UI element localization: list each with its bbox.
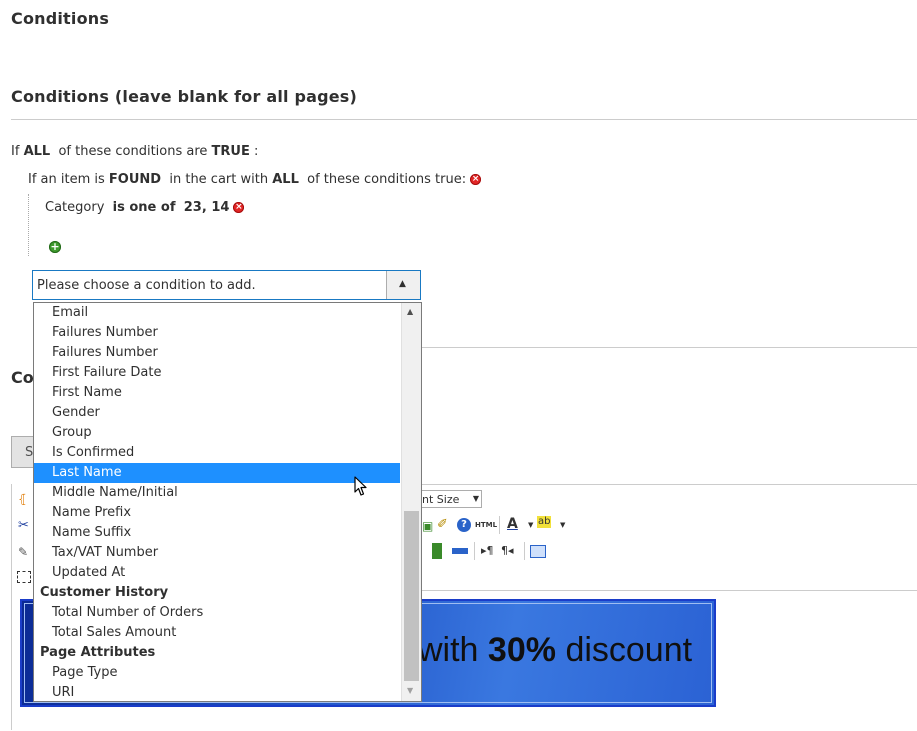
- product-rule-aggregator[interactable]: ALL: [272, 172, 299, 187]
- banner-text: with 30% discount: [418, 631, 692, 670]
- condition-option[interactable]: Name Prefix: [34, 503, 400, 523]
- condition-option[interactable]: Updated At: [34, 563, 400, 583]
- fullscreen-icon[interactable]: [530, 545, 546, 558]
- rule-middle: of these conditions are: [58, 144, 208, 159]
- condition-option[interactable]: Group: [34, 423, 400, 443]
- dropdown-scrollbar[interactable]: ▲ ▼: [401, 303, 421, 701]
- remove-icon[interactable]: ×: [470, 174, 482, 185]
- rule-aggregator[interactable]: ALL: [24, 144, 51, 159]
- condition-option[interactable]: First Name: [34, 383, 400, 403]
- condition-option[interactable]: Is Confirmed: [34, 443, 400, 463]
- condition-select-toggle[interactable]: ▲: [386, 271, 420, 299]
- mouse-cursor-icon: [354, 476, 367, 496]
- condition-operator[interactable]: is one of: [113, 200, 176, 215]
- banner-text-suffix: discount: [565, 631, 693, 669]
- product-rule-middle: in the cart with: [169, 172, 269, 187]
- divider: [11, 119, 917, 120]
- rule-suffix: :: [254, 144, 259, 159]
- content-heading-partial: Co: [11, 368, 34, 387]
- magento-widget-icon[interactable]: ⦃: [18, 492, 27, 506]
- condition-option[interactable]: Failures Number: [34, 323, 400, 343]
- remove-icon[interactable]: ×: [233, 202, 245, 213]
- chevron-down-icon[interactable]: ▼: [528, 521, 533, 529]
- condition-option[interactable]: Email: [34, 303, 400, 323]
- chevron-up-icon: ▲: [399, 279, 406, 289]
- condition-option[interactable]: Failures Number: [34, 343, 400, 363]
- tree-guide: [28, 194, 29, 256]
- divider: [422, 347, 917, 348]
- condition-option[interactable]: Name Suffix: [34, 523, 400, 543]
- ltr-icon[interactable]: ▸¶: [481, 544, 494, 557]
- condition-select[interactable]: Please choose a condition to add. ▲: [32, 270, 421, 300]
- condition-option[interactable]: Total Sales Amount: [34, 623, 400, 643]
- image-icon[interactable]: ▣: [422, 519, 433, 533]
- option-group-label: Customer History: [40, 585, 169, 600]
- category-condition: Category is one of 23, 14 ×: [45, 200, 245, 215]
- scroll-down-icon[interactable]: ▼: [407, 686, 413, 695]
- cut-icon[interactable]: ✂: [18, 518, 29, 533]
- condition-option[interactable]: Middle Name/Initial: [34, 483, 400, 503]
- condition-option[interactable]: Last Name: [34, 463, 400, 483]
- rule-line: If ALL of these conditions are TRUE :: [11, 144, 258, 159]
- condition-select-value: Please choose a condition to add.: [37, 278, 256, 293]
- condition-option[interactable]: Page Type: [34, 663, 400, 683]
- toolbar-separator: [474, 542, 475, 560]
- condition-option[interactable]: URI: [34, 683, 400, 701]
- horizontal-rule-icon[interactable]: [452, 548, 468, 554]
- media-icon[interactable]: [432, 543, 442, 559]
- product-rule-suffix: of these conditions true:: [307, 172, 467, 187]
- font-size-label: nt Size: [422, 493, 460, 506]
- subsection-title: Conditions (leave blank for all pages): [11, 87, 358, 106]
- help-icon[interactable]: ?: [457, 518, 471, 532]
- highlight-color-icon[interactable]: ab: [537, 516, 552, 528]
- rtl-icon[interactable]: ¶◂: [501, 544, 514, 557]
- condition-option[interactable]: First Failure Date: [34, 363, 400, 383]
- edit-icon[interactable]: ✎: [18, 545, 28, 559]
- cleanup-icon[interactable]: ✐: [437, 517, 448, 532]
- scroll-up-icon[interactable]: ▲: [407, 307, 413, 316]
- condition-option[interactable]: Tax/VAT Number: [34, 543, 400, 563]
- product-rule-prefix: If an item is: [28, 172, 105, 187]
- toolbar-separator: [524, 542, 525, 560]
- chevron-down-icon[interactable]: ▼: [560, 521, 565, 529]
- editor-toolbar-top-border: [400, 484, 917, 485]
- scrollbar-thumb[interactable]: [404, 511, 419, 681]
- condition-dropdown[interactable]: Email Failures Number Failures Number First…: [33, 302, 422, 702]
- banner-text-bold: 30%: [487, 631, 556, 669]
- product-rule-line: If an item is FOUND in the cart with ALL…: [28, 172, 482, 187]
- option-group-label: Page Attributes: [40, 645, 156, 660]
- font-color-icon[interactable]: A: [507, 516, 518, 532]
- condition-option[interactable]: Total Number of Orders: [34, 603, 400, 623]
- condition-attribute: Category: [45, 200, 105, 215]
- banner-text-prefix: with: [418, 631, 479, 669]
- section-title[interactable]: Conditions: [11, 9, 109, 28]
- html-icon[interactable]: HTML: [475, 521, 497, 529]
- toolbar-separator: [499, 516, 500, 534]
- add-condition-icon[interactable]: +: [49, 241, 61, 253]
- condition-option[interactable]: Gender: [34, 403, 400, 423]
- editor-toolbar-bottom-border: [400, 590, 917, 591]
- rule-value[interactable]: TRUE: [212, 144, 250, 159]
- chevron-down-icon: ▼: [472, 494, 479, 503]
- condition-value[interactable]: 23, 14: [184, 200, 230, 215]
- product-rule-found[interactable]: FOUND: [109, 172, 161, 187]
- rule-prefix: If: [11, 144, 20, 159]
- select-all-icon[interactable]: [17, 571, 31, 583]
